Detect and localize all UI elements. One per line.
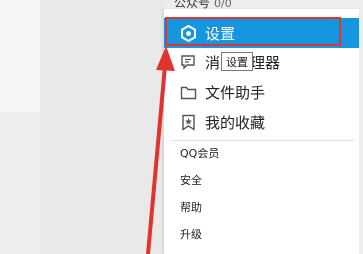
annotation-arrow <box>146 46 175 254</box>
tooltip: 设置 <box>221 52 253 71</box>
